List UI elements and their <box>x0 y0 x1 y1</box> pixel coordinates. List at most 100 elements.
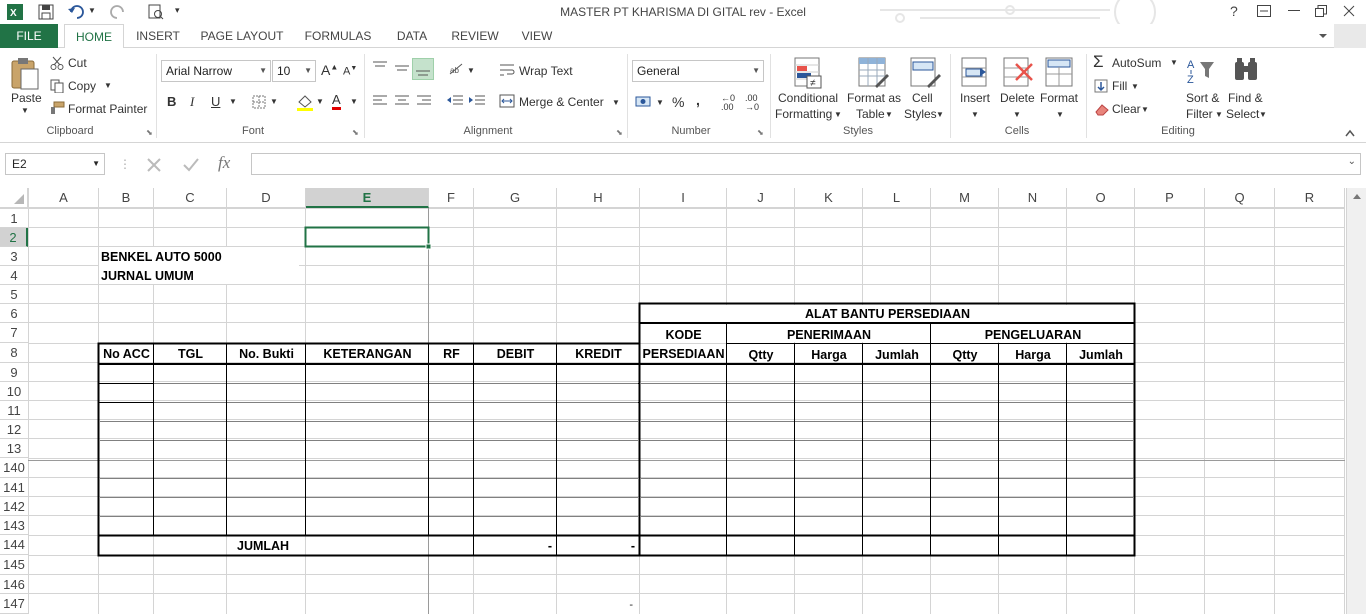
row-header[interactable]: 145 <box>0 555 28 575</box>
borders-dropdown-icon[interactable]: ▼ <box>270 97 278 106</box>
sort-filter-button[interactable]: Sort & <box>1186 91 1219 105</box>
italic-button[interactable]: I <box>190 94 194 110</box>
comma-button[interactable]: , <box>696 92 700 108</box>
close-icon[interactable] <box>1343 5 1355 17</box>
ribbon-display-options-icon[interactable] <box>1257 5 1271 17</box>
delete-cells-button[interactable]: Delete <box>1000 91 1035 105</box>
restore-icon[interactable] <box>1315 5 1327 17</box>
total-label[interactable]: JUMLAH <box>237 537 289 555</box>
row-header[interactable]: 4 <box>0 266 28 285</box>
aux-qtty-out[interactable]: Qtty <box>931 346 999 364</box>
aux-harga-out[interactable]: Harga <box>999 346 1067 364</box>
decrease-font-icon[interactable]: A▼ <box>343 65 357 78</box>
column-header[interactable]: K <box>795 188 863 208</box>
autosum-dropdown-icon[interactable]: ▼ <box>1170 58 1178 67</box>
cell-styles-icon[interactable] <box>909 56 941 90</box>
merge-dropdown-icon[interactable]: ▼ <box>612 98 620 107</box>
fill-icon[interactable] <box>1094 79 1108 93</box>
aux-qtty-in[interactable]: Qtty <box>727 346 795 364</box>
cancel-entry-icon[interactable] <box>146 157 162 173</box>
paste-dropdown-icon[interactable]: ▼ <box>21 106 29 115</box>
underline-dropdown-icon[interactable]: ▼ <box>229 97 237 106</box>
increase-font-icon[interactable]: A▲ <box>321 62 338 78</box>
column-header[interactable]: O <box>1067 188 1135 208</box>
row-header[interactable]: 3 <box>0 247 28 266</box>
header-tgl[interactable]: TGL <box>154 345 227 363</box>
scroll-up-icon[interactable] <box>1347 188 1366 204</box>
row-header[interactable]: 146 <box>0 575 28 594</box>
insert-cells-button[interactable]: Insert <box>960 91 990 105</box>
row-header[interactable]: 142 <box>0 497 28 516</box>
header-no-bukti[interactable]: No. Bukti <box>227 345 306 363</box>
accounting-dropdown-icon[interactable]: ▼ <box>656 98 664 107</box>
cell-styles-label2[interactable]: Styles <box>904 107 937 121</box>
cell-styles-button[interactable]: Cell <box>912 91 933 105</box>
column-header-selected[interactable]: E <box>306 188 429 208</box>
column-header[interactable]: I <box>640 188 727 208</box>
aux-harga-in[interactable]: Harga <box>795 346 863 364</box>
aux-persediaan[interactable]: PERSEDIAAN <box>640 345 727 363</box>
accounting-format-icon[interactable] <box>635 95 653 109</box>
row-header[interactable]: 9 <box>0 363 28 382</box>
insert-function-button[interactable]: fx <box>218 153 230 173</box>
row-header[interactable]: 1 <box>0 209 28 228</box>
header-keterangan[interactable]: KETERANGAN <box>306 345 429 363</box>
tab-formulas[interactable]: FORMULAS <box>298 24 378 48</box>
cut-icon[interactable] <box>50 56 64 70</box>
select-all-corner[interactable] <box>0 188 28 208</box>
row-header[interactable]: 11 <box>0 401 28 420</box>
percent-button[interactable]: % <box>672 94 684 110</box>
alignment-launcher-icon[interactable]: ⬊ <box>616 128 623 137</box>
delete-cells-icon[interactable] <box>1002 56 1034 90</box>
format-as-table-label2[interactable]: Table <box>856 107 885 121</box>
clear-icon[interactable] <box>1094 102 1110 116</box>
format-cells-icon[interactable] <box>1044 56 1076 90</box>
find-select-icon[interactable] <box>1232 56 1262 90</box>
sort-filter-icon[interactable]: AZ <box>1186 56 1216 90</box>
vertical-scrollbar[interactable] <box>1346 188 1366 614</box>
row-header[interactable]: 140 <box>0 458 28 478</box>
avatar[interactable] <box>1334 24 1366 48</box>
column-header[interactable]: L <box>863 188 931 208</box>
font-size-select[interactable]: 10 ▼ <box>272 60 316 82</box>
conditional-formatting-label2[interactable]: Formatting <box>775 107 832 121</box>
font-name-select[interactable]: Arial Narrow ▼ <box>161 60 271 82</box>
clear-button[interactable]: Clear <box>1112 102 1141 116</box>
header-debit[interactable]: DEBIT <box>474 345 557 363</box>
fill-button[interactable]: Fill <box>1112 79 1127 93</box>
row-header-selected[interactable]: 2 <box>0 228 28 247</box>
column-header[interactable]: B <box>99 188 154 208</box>
fill-color-icon[interactable] <box>296 93 314 111</box>
row-header[interactable]: 144 <box>0 535 28 555</box>
company-name[interactable]: BENKEL AUTO 5000 <box>101 248 222 266</box>
total-debit[interactable]: - <box>474 537 552 555</box>
aux-penerimaan[interactable]: PENERIMAAN <box>727 326 931 344</box>
header-rf[interactable]: RF <box>429 345 474 363</box>
help-icon[interactable]: ? <box>1230 3 1238 19</box>
align-right-icon[interactable] <box>416 95 432 107</box>
header-no-acc[interactable]: No ACC <box>99 345 154 363</box>
tab-page-layout[interactable]: PAGE LAYOUT <box>196 24 288 48</box>
format-painter-button[interactable]: Format Painter <box>68 102 147 116</box>
column-header[interactable]: H <box>557 188 640 208</box>
sort-filter-label2[interactable]: Filter <box>1186 107 1213 121</box>
journal-title[interactable]: JURNAL UMUM <box>101 267 194 285</box>
aux-jumlah-out[interactable]: Jumlah <box>1067 346 1135 364</box>
row-header[interactable]: 12 <box>0 420 28 439</box>
wrap-text-button[interactable]: Wrap Text <box>519 64 573 78</box>
column-header[interactable]: D <box>227 188 306 208</box>
align-center-icon[interactable] <box>394 95 410 107</box>
middle-align-icon[interactable] <box>394 60 410 74</box>
account-dropdown-icon[interactable] <box>1318 28 1328 42</box>
name-box[interactable]: E2 ▼ <box>5 153 105 175</box>
column-header[interactable]: Q <box>1205 188 1275 208</box>
font-color-button[interactable]: A <box>332 93 341 110</box>
paste-icon[interactable] <box>10 56 40 90</box>
minimize-icon[interactable] <box>1288 10 1300 12</box>
column-header[interactable]: C <box>154 188 227 208</box>
column-header[interactable]: R <box>1275 188 1345 208</box>
row-header[interactable]: 7 <box>0 323 28 343</box>
orientation-icon[interactable]: ab <box>448 62 466 76</box>
confirm-entry-icon[interactable] <box>182 157 200 173</box>
fill-color-dropdown-icon[interactable]: ▼ <box>316 97 324 106</box>
